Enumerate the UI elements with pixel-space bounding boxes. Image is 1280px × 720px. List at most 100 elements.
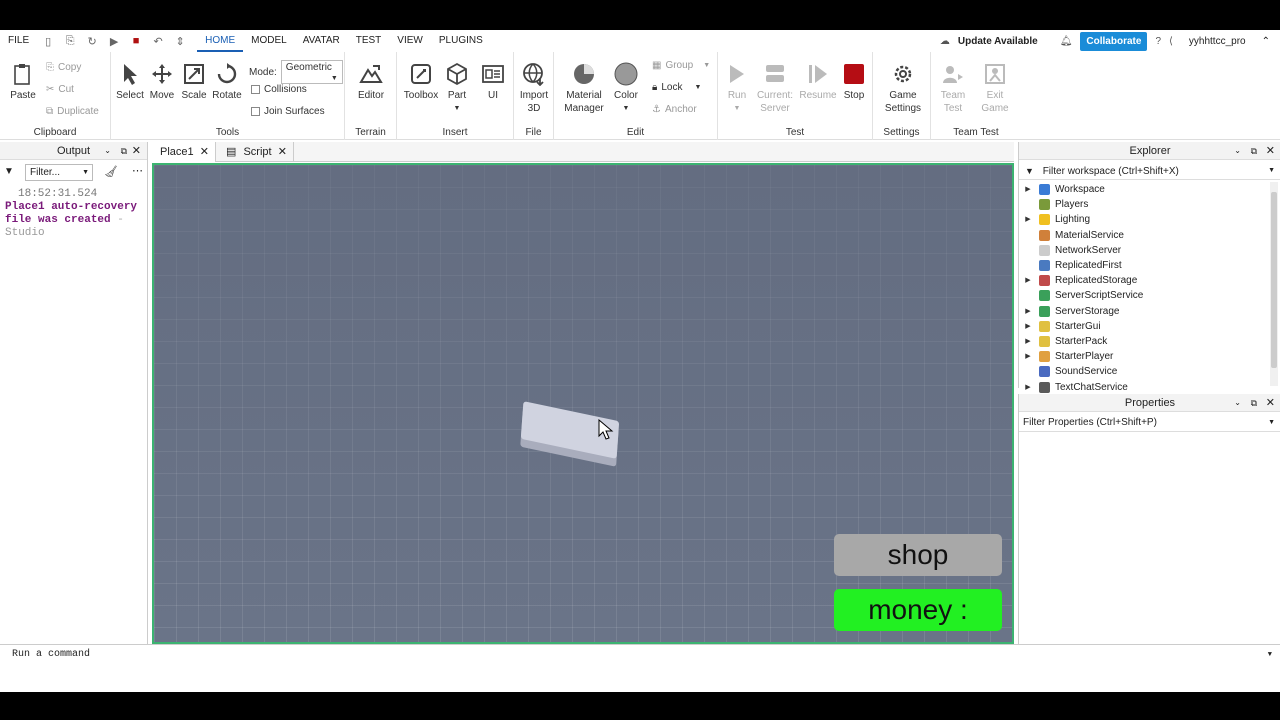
game-settings-button[interactable]: Game Settings (881, 62, 925, 115)
explorer-item-replicatedfirst[interactable]: ReplicatedFirst (1019, 258, 1122, 273)
explorer-item-serverscriptservice[interactable]: ServerScriptService (1019, 288, 1143, 303)
exit-game-button[interactable]: Exit Game (977, 62, 1013, 115)
stop-button[interactable]: Stop (840, 62, 868, 102)
collapse-ribbon-icon[interactable]: ⌃ (1262, 36, 1270, 47)
command-bar[interactable]: Run a command ▼ (0, 644, 1280, 664)
expand-arrow-icon[interactable]: ▶ (1023, 273, 1033, 288)
part-button[interactable]: Part ▼ (443, 62, 471, 115)
group-button[interactable]: ▦ Group ▼ (652, 60, 710, 71)
expand-arrow-icon[interactable]: ▶ (1023, 182, 1033, 197)
explorer-scrollbar-thumb[interactable] (1271, 192, 1277, 368)
output-float-icon[interactable]: ⧉ (121, 142, 127, 160)
username[interactable]: yyhhttcc_pro (1189, 36, 1246, 47)
import-3d-button[interactable]: Import 3D (516, 62, 552, 115)
scale-button[interactable]: Scale (179, 62, 209, 102)
rotate-button[interactable]: Rotate (211, 62, 243, 102)
duplicate-button[interactable]: ⧉ Duplicate (46, 106, 99, 117)
material-manager-button[interactable]: Material Manager (562, 62, 606, 115)
ui-button[interactable]: UI (479, 62, 507, 102)
current-server-button[interactable]: Current: Server (754, 62, 796, 115)
save-icon[interactable]: ⎘ (62, 33, 78, 49)
clipboard-group: Paste ⎘ Copy ✂ Cut ⧉ Duplicate Clipboard (0, 52, 111, 140)
new-file-icon[interactable]: ▯ (40, 33, 56, 49)
color-button[interactable]: Color ▼ (612, 62, 640, 115)
anchor-button[interactable]: ⚓︎ Anchor (652, 104, 697, 115)
join-surfaces-checkbox[interactable] (251, 107, 260, 116)
redo-icon[interactable]: ↻ (84, 33, 100, 49)
move-button[interactable]: Move (147, 62, 177, 102)
terrain-editor-button[interactable]: Editor (353, 62, 389, 102)
paste-button[interactable]: Paste (8, 62, 38, 102)
explorer-item-players[interactable]: Players (1019, 197, 1088, 212)
undo-icon[interactable]: ↶ (150, 33, 166, 49)
explorer-item-startergui[interactable]: ▶ StarterGui (1019, 319, 1101, 334)
properties-float-icon[interactable]: ⧉ (1251, 394, 1257, 412)
explorer-item-starterpack[interactable]: ▶ StarterPack (1019, 334, 1107, 349)
output-menu-chevron-icon[interactable]: ⌄ (104, 142, 111, 160)
expand-arrow-icon[interactable]: ▶ (1023, 212, 1033, 227)
join-surfaces-toggle[interactable]: Join Surfaces (251, 106, 325, 117)
share-icon[interactable]: ⟨ (1169, 36, 1173, 47)
collisions-toggle[interactable]: Collisions (251, 84, 307, 95)
help-icon[interactable]: ? (1155, 36, 1161, 47)
lock-button[interactable]: 🔒︎ Lock ▼ (652, 82, 701, 93)
explorer-item-workspace[interactable]: ▶ Workspace (1019, 182, 1105, 197)
expand-arrow-icon[interactable]: ▶ (1023, 349, 1033, 364)
expand-arrow-icon[interactable]: ▶ (1023, 304, 1033, 319)
properties-close-icon[interactable]: ✕ (1266, 394, 1275, 412)
play-icon[interactable]: ▶ (106, 33, 122, 49)
tab-home[interactable]: HOME (197, 30, 244, 52)
file-menu[interactable]: FILE (0, 30, 37, 52)
properties-filter-input[interactable]: Filter Properties (Ctrl+Shift+P) ▼ (1019, 414, 1280, 432)
filter-funnel-icon[interactable]: ▼ (4, 166, 14, 177)
explorer-item-lighting[interactable]: ▶ Lighting (1019, 212, 1090, 227)
toolbox-button[interactable]: Toolbox (401, 62, 441, 102)
team-test-button[interactable]: Team Test (935, 62, 971, 115)
explorer-item-label: StarterPack (1055, 336, 1108, 347)
close-tab-icon[interactable]: ✕ (200, 142, 209, 162)
tab-view[interactable]: VIEW (389, 30, 431, 52)
tab-test[interactable]: TEST (348, 30, 390, 52)
mode-dropdown[interactable]: Geometric ▼ (280, 60, 343, 84)
explorer-menu-chevron-icon[interactable]: ⌄ (1234, 142, 1241, 160)
resume-button[interactable]: Resume (798, 62, 838, 102)
explorer-item-serverstorage[interactable]: ▶ ServerStorage (1019, 304, 1119, 319)
explorer-item-starterplayer[interactable]: ▶ StarterPlayer (1019, 349, 1113, 364)
output-close-icon[interactable]: ✕ (132, 142, 141, 160)
clear-output-brush-icon[interactable]: 🧹︎ (104, 165, 118, 178)
collaborate-button[interactable]: Collaborate (1080, 31, 1148, 51)
explorer-close-icon[interactable]: ✕ (1266, 142, 1275, 160)
shop-button[interactable]: shop (834, 534, 1002, 576)
tab-avatar[interactable]: AVATAR (295, 30, 348, 52)
more-icon[interactable]: ⇕ (172, 33, 188, 49)
explorer-item-networkserver[interactable]: NetworkServer (1019, 243, 1121, 258)
explorer-item-replicatedstorage[interactable]: ▶ ReplicatedStorage (1019, 273, 1137, 288)
output-filter-input[interactable]: Filter... ▼ (25, 164, 93, 181)
explorer-filter[interactable]: ▼ Filter workspace (Ctrl+Shift+X) ▼ (1019, 162, 1280, 180)
run-button[interactable]: Run ▼ (722, 62, 752, 115)
expand-arrow-icon[interactable]: ▶ (1023, 380, 1033, 395)
explorer-scrollbar[interactable] (1270, 182, 1278, 386)
cut-button[interactable]: ✂ Cut (46, 84, 74, 95)
properties-menu-chevron-icon[interactable]: ⌄ (1234, 394, 1241, 412)
close-tab-icon[interactable]: ✕ (278, 142, 287, 162)
bell-icon[interactable]: 🔔︎ (1060, 36, 1073, 47)
tab-place1[interactable]: Place1 ✕ (152, 142, 216, 162)
3d-viewport[interactable]: shop money : (152, 163, 1014, 644)
expand-arrow-icon[interactable]: ▶ (1023, 334, 1033, 349)
explorer-item-materialservice[interactable]: MaterialService (1019, 228, 1124, 243)
output-more-icon[interactable]: ⋯ (132, 164, 143, 177)
tab-model[interactable]: MODEL (243, 30, 295, 52)
collisions-checkbox[interactable] (251, 85, 260, 94)
expand-arrow-icon[interactable]: ▶ (1023, 319, 1033, 334)
command-chevron-icon[interactable]: ▼ (1268, 645, 1272, 665)
tab-script[interactable]: ▤ Script ✕ (218, 142, 294, 162)
select-button[interactable]: Select (115, 62, 145, 102)
update-available-link[interactable]: Update Available (958, 36, 1038, 47)
explorer-item-soundservice[interactable]: SoundService (1019, 364, 1117, 379)
stop-icon[interactable]: ■ (128, 33, 144, 49)
tab-plugins[interactable]: PLUGINS (431, 30, 491, 52)
explorer-float-icon[interactable]: ⧉ (1251, 142, 1257, 160)
copy-button[interactable]: ⎘ Copy (46, 62, 81, 73)
explorer-item-textchatservice[interactable]: ▶ TextChatService (1019, 380, 1128, 395)
